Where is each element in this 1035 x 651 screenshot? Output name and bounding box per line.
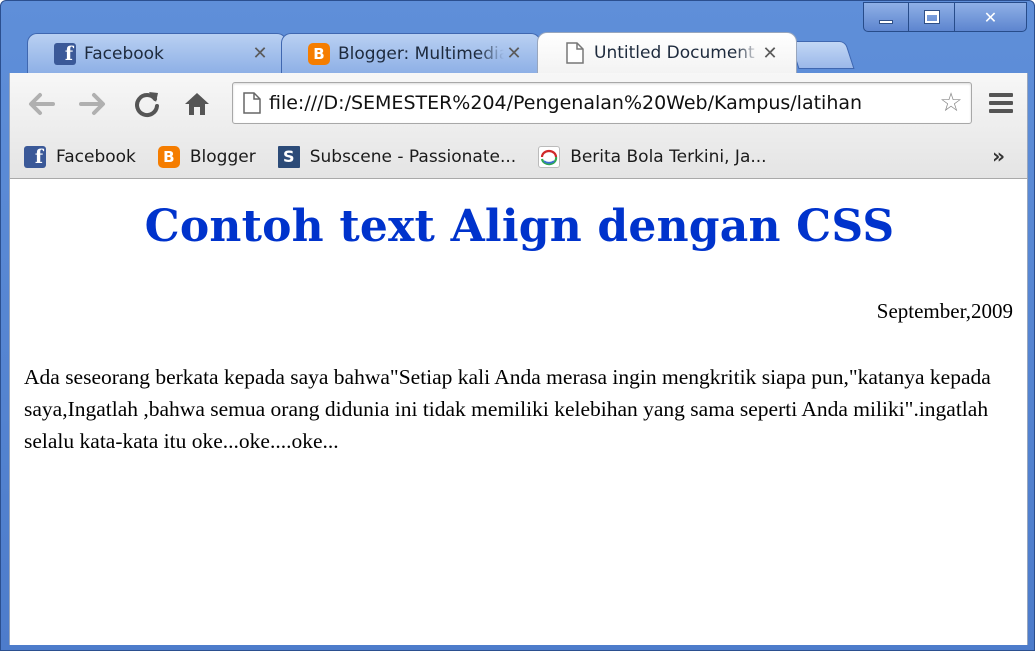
close-icon[interactable]: ✕ (760, 43, 780, 64)
maximize-button[interactable] (909, 2, 955, 32)
bookmark-label: Facebook (56, 146, 136, 167)
close-icon: ✕ (983, 7, 998, 27)
minimize-icon (879, 20, 893, 24)
arrow-right-icon (79, 93, 105, 115)
page-paragraph: Ada seseorang berkata kepada saya bahwa"… (24, 365, 991, 453)
home-button[interactable] (180, 87, 214, 121)
menu-bar (989, 93, 1013, 97)
close-window-button[interactable]: ✕ (955, 2, 1027, 32)
page-heading: Contoh text Align dengan CSS (144, 201, 895, 252)
menu-icon[interactable] (989, 91, 1013, 115)
bookmark-berita-bola[interactable]: Berita Bola Terkini, Ja... (538, 145, 767, 168)
tab-title: Facebook (84, 43, 164, 64)
blogger-icon: B (308, 42, 330, 65)
tab-facebook[interactable]: f Facebook ✕ (27, 33, 287, 73)
bookmarks-bar: f Facebook B Blogger S Subscene - Passio… (9, 135, 1028, 179)
facebook-icon: f (24, 145, 46, 168)
maximize-icon (923, 10, 940, 24)
tab-title: Untitled Document (594, 43, 755, 63)
url-text[interactable]: file:///D:/SEMESTER%204/Pengenalan%20Web… (269, 92, 931, 114)
page-content: Contoh text Align dengan CSS September,2… (9, 179, 1028, 645)
blogger-icon: B (157, 145, 180, 168)
close-icon[interactable]: ✕ (250, 43, 270, 64)
facebook-icon: f (54, 42, 76, 65)
page-icon (243, 92, 261, 114)
back-button[interactable] (24, 87, 58, 121)
menu-bar (989, 101, 1013, 105)
close-icon[interactable]: ✕ (504, 43, 524, 64)
minimize-button[interactable] (863, 2, 909, 32)
reload-icon (135, 92, 159, 118)
reload-button[interactable] (130, 87, 164, 121)
bookmark-facebook[interactable]: f Facebook (24, 145, 136, 168)
subscene-icon: S (277, 145, 300, 168)
address-bar[interactable]: file:///D:/SEMESTER%204/Pengenalan%20Web… (232, 82, 972, 124)
home-icon (185, 93, 209, 115)
new-tab-button[interactable] (789, 41, 855, 69)
more-bookmarks-icon[interactable]: » (992, 144, 1005, 168)
tab-blogger[interactable]: B Blogger: Multimedia ✕ (281, 33, 541, 73)
forward-button[interactable] (76, 87, 110, 121)
menu-bar (989, 109, 1013, 113)
tab-untitled-document[interactable]: Untitled Document ✕ (537, 32, 797, 73)
bookmark-label: Blogger (189, 146, 256, 167)
window-bottom-border (1, 645, 1034, 650)
page-date: September,2009 (876, 299, 1013, 323)
browser-window: ✕ f Facebook ✕ B Blogger: Multimedia ✕ U… (0, 0, 1035, 651)
bookmark-blogger[interactable]: B Blogger (157, 145, 256, 168)
arrow-left-icon (29, 93, 55, 115)
bookmark-subscene[interactable]: S Subscene - Passionate... (277, 145, 517, 168)
bookmark-label: Berita Bola Terkini, Ja... (570, 146, 767, 167)
berita-bola-icon (538, 145, 561, 168)
tab-strip: f Facebook ✕ B Blogger: Multimedia ✕ Unt… (1, 29, 1034, 73)
window-controls: ✕ (863, 2, 1027, 32)
bookmark-label: Subscene - Passionate... (309, 146, 517, 167)
bookmark-star-icon[interactable]: ☆ (931, 88, 971, 118)
tab-title: Blogger: Multimedia (338, 43, 504, 64)
browser-toolbar: file:///D:/SEMESTER%204/Pengenalan%20Web… (9, 73, 1028, 135)
document-icon (564, 42, 586, 64)
